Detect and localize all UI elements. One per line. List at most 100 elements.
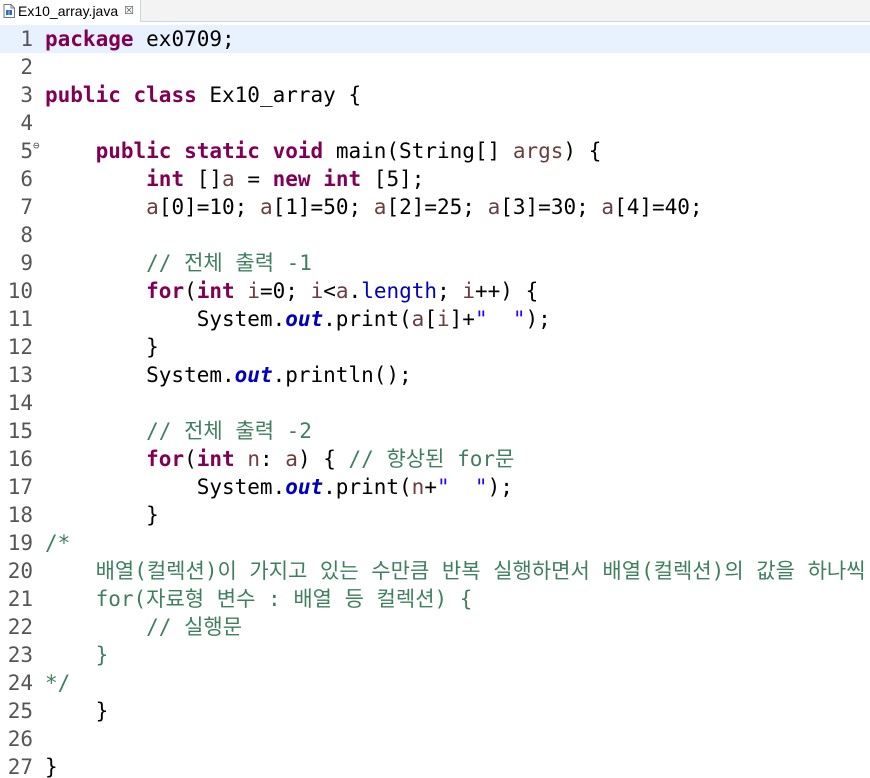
code-token: [0]=10;: [158, 195, 260, 219]
code-token: System.: [45, 307, 286, 331]
line-number: 18: [7, 503, 33, 527]
code-line[interactable]: 21 for(자료형 변수 : 배열 등 컬렉션) {: [0, 585, 870, 613]
code-line[interactable]: 1 package ex0709;: [0, 25, 870, 53]
code-line[interactable]: 14: [0, 389, 870, 417]
code-token: [5];: [361, 167, 425, 191]
code-editor[interactable]: 1 package ex0709; 2 3 public class Ex10_arra…: [0, 25, 870, 778]
code-text: // 실행문: [45, 613, 242, 641]
code-line[interactable]: 4: [0, 109, 870, 137]
code-line[interactable]: 6 int []a = new int [5];: [0, 165, 870, 193]
code-line[interactable]: 9 // 전체 출력 -1: [0, 249, 870, 277]
code-token: public: [45, 83, 121, 107]
code-line[interactable]: 25 }: [0, 697, 870, 725]
code-token: <: [323, 279, 336, 303]
code-token: n: [411, 475, 425, 499]
line-number: 2: [20, 55, 33, 79]
code-text: }: [45, 333, 159, 361]
code-text: for(int i=0; i<a.length; i++) {: [45, 277, 538, 305]
line-number: 13: [7, 363, 33, 387]
code-line[interactable]: 22 // 실행문: [0, 613, 870, 641]
code-token: +: [424, 475, 437, 499]
code-token: ++) {: [475, 279, 539, 303]
code-token: ex0709;: [133, 27, 235, 51]
line-number: 20: [7, 559, 33, 583]
code-text: for(자료형 변수 : 배열 등 컬렉션) {: [45, 585, 473, 613]
code-token: =0;: [260, 279, 311, 303]
code-line[interactable]: 15 // 전체 출력 -2: [0, 417, 870, 445]
code-line[interactable]: 27}: [0, 753, 870, 778]
code-text: for(int n: a) { // 향상된 for문: [45, 445, 514, 473]
code-text: int []a = new int [5];: [45, 165, 424, 193]
code-line[interactable]: 12 }: [0, 333, 870, 361]
line-number: 8: [20, 223, 33, 247]
code-token: int: [146, 167, 185, 191]
fold-toggle-icon[interactable]: ⊖: [33, 137, 40, 155]
code-token: [1]=50;: [272, 195, 374, 219]
code-token: [: [424, 307, 437, 331]
code-token: .print(: [323, 475, 412, 499]
code-token: main(String[]: [323, 139, 513, 163]
line-number: 22: [7, 615, 33, 639]
code-token: a: [222, 167, 235, 191]
code-token: a: [259, 195, 273, 219]
code-text: package ex0709;: [45, 25, 235, 53]
code-text: */: [45, 669, 70, 697]
code-token: // 전체 출력 -1: [146, 251, 312, 275]
code-line[interactable]: 3 public class Ex10_array {: [0, 81, 870, 109]
code-line[interactable]: 11 System.out.print(a[i]+" ");: [0, 305, 870, 333]
code-token: [2]=25;: [386, 195, 488, 219]
code-line[interactable]: 26: [0, 725, 870, 753]
code-token: []: [184, 167, 223, 191]
line-number: 7: [20, 195, 33, 219]
line-number: 5: [20, 139, 33, 163]
editor-tab[interactable]: J Ex10_array.java ☒: [0, 0, 142, 22]
code-line[interactable]: 18 }: [0, 501, 870, 529]
code-token: package: [45, 27, 134, 51]
code-line[interactable]: 13 System.out.println();: [0, 361, 870, 389]
code-line[interactable]: 10 for(int i=0; i<a.length; i++) {: [0, 277, 870, 305]
code-text: a[0]=10; a[1]=50; a[2]=25; a[3]=30; a[4]…: [45, 193, 702, 221]
code-line[interactable]: 17 System.out.print(n+" ");: [0, 473, 870, 501]
line-number: 12: [7, 335, 33, 359]
code-line[interactable]: 2: [0, 53, 870, 81]
editor-tab-bar: J Ex10_array.java ☒: [0, 0, 870, 22]
close-tab-icon[interactable]: ☒: [124, 5, 134, 17]
code-line[interactable]: 8: [0, 221, 870, 249]
code-token: int: [323, 167, 362, 191]
code-text: // 전체 출력 -1: [45, 249, 312, 277]
code-line[interactable]: 7 a[0]=10; a[1]=50; a[2]=25; a[3]=30; a[…: [0, 193, 870, 221]
code-token: }: [45, 503, 159, 527]
code-text: System.out.print(n+" ");: [45, 473, 513, 501]
code-text: 배열(컬렉션)이 가지고 있는 수만큼 반복 실행하면서 배열(컬렉션)의 값을…: [45, 557, 866, 585]
code-token: // 실행문: [45, 615, 243, 639]
code-line[interactable]: 5 ⊖ public static void main(String[] args…: [0, 137, 870, 165]
code-token: .print(: [323, 307, 412, 331]
code-token: void: [272, 139, 324, 163]
code-line[interactable]: 24 */: [0, 669, 870, 697]
code-line[interactable]: 23 }: [0, 641, 870, 669]
code-token: }: [45, 699, 109, 723]
code-token: i: [462, 279, 476, 303]
code-token: out: [285, 475, 324, 499]
code-token: // 향상된 for문: [348, 447, 515, 471]
tab-filename: Ex10_array.java: [18, 3, 119, 19]
code-line[interactable]: 16 for(int n: a) { // 향상된 for문: [0, 445, 870, 473]
code-token: a: [601, 195, 615, 219]
code-line[interactable]: 20 배열(컬렉션)이 가지고 있는 수만큼 반복 실행하면서 배열(컬렉션)의…: [0, 557, 870, 585]
code-token: }: [45, 643, 109, 667]
code-token: );: [487, 475, 513, 499]
code-text: }: [45, 641, 109, 669]
code-token: a: [373, 195, 387, 219]
code-line[interactable]: 19 /*: [0, 529, 870, 557]
code-token: int: [196, 447, 235, 471]
